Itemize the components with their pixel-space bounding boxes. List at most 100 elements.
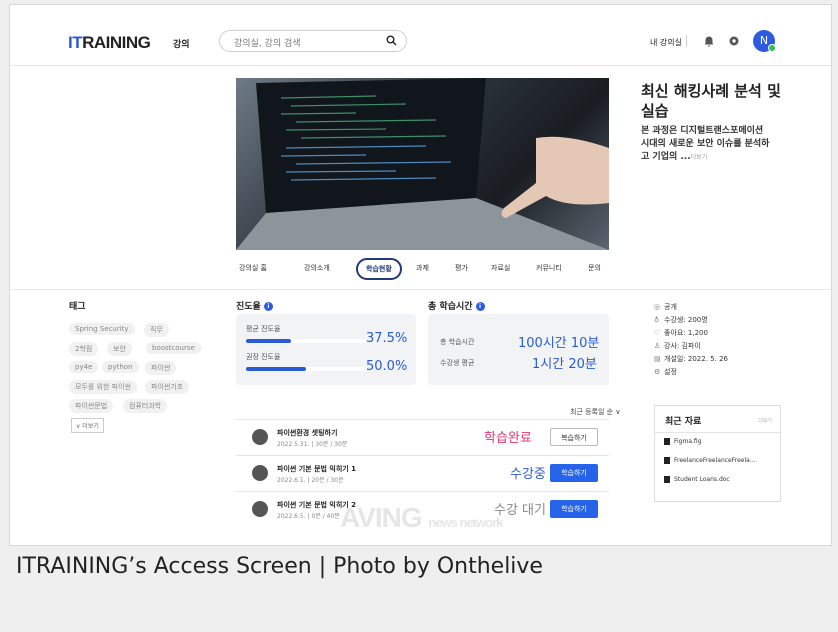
recent-files-divider — [655, 432, 780, 433]
watermark: AVING news network — [340, 502, 503, 533]
file-icon — [664, 476, 670, 483]
study-button[interactable]: 학습하기 — [550, 500, 598, 518]
progress-panel: 평균 진도율 37.5% 권장 진도율 50.0% — [236, 314, 416, 385]
gear-icon[interactable] — [728, 35, 740, 47]
section-divider — [10, 289, 831, 290]
more-link[interactable]: 더보기 — [691, 154, 708, 161]
study-time-title: 총 학습시간 i — [428, 299, 485, 312]
course-title: 최신 해킹사례 분석 및 실습 — [641, 82, 781, 120]
logo[interactable]: ITRAINING — [68, 33, 151, 53]
total-time-value: 100시간 10분 — [518, 336, 600, 351]
avg-time-label: 수강생 평균 — [440, 359, 475, 367]
rec-progress-fill — [246, 367, 306, 371]
tab-community[interactable]: 커뮤니티 — [536, 263, 562, 273]
study-time-panel: 총 학습시간 100시간 10분 수강생 평균 1시간 20분 — [428, 314, 609, 385]
tab-inquiry[interactable]: 문의 — [588, 263, 601, 273]
meta-students: ♁ 수강생: 200명 — [654, 316, 708, 324]
person-icon: ♙ — [654, 342, 661, 350]
tab-resources[interactable]: 자료실 — [491, 263, 510, 273]
header-divider-line — [10, 65, 831, 66]
users-icon: ♁ — [654, 316, 660, 324]
lesson-meta: 2022.6.1. | 20분 / 30분 — [277, 477, 344, 484]
search-icon[interactable] — [386, 35, 397, 46]
lesson-row[interactable]: 파이썬 기본 문법 익히기 1 2022.6.1. | 20분 / 30분 수강… — [236, 455, 609, 492]
lesson-icon — [252, 501, 268, 517]
lesson-title: 파이썬 기본 문법 익히기 1 — [277, 465, 357, 473]
lesson-meta: 2022.6.5. | 0분 / 40분 — [277, 513, 340, 520]
info-icon[interactable]: i — [263, 302, 273, 311]
search-box[interactable] — [219, 30, 407, 52]
lesson-row[interactable]: 파이썬환경 셋팅하기 2022.5.31. | 30분 / 30분 학습완료 복… — [236, 419, 609, 456]
file-item[interactable]: FreelanceFreelanceFreela... — [664, 457, 756, 464]
tag[interactable]: 모두를 위한 파이썬 — [69, 380, 137, 394]
recent-files-title: 최근 자료 — [665, 417, 702, 427]
online-status-dot — [768, 44, 776, 52]
tags-more-button[interactable]: ∨ 더보기 — [71, 418, 104, 433]
tab-home[interactable]: 강의실 홈 — [239, 263, 267, 273]
avg-time-value: 1시간 20분 — [532, 357, 597, 372]
file-item[interactable]: Student Loans.doc — [664, 476, 730, 483]
tag[interactable]: 직무 — [144, 323, 169, 337]
progress-title: 진도율 i — [236, 299, 273, 312]
lesson-icon — [252, 429, 268, 445]
meta-visibility: ◎ 공개 — [654, 303, 677, 311]
tab-intro[interactable]: 강의소개 — [304, 263, 330, 273]
info-icon[interactable]: i — [475, 302, 485, 311]
tag[interactable]: Spring Security — [69, 323, 135, 335]
rec-progress-value: 50.0% — [366, 359, 408, 374]
rec-progress-label: 권장 진도율 — [246, 353, 281, 361]
avg-progress-label: 평균 진도율 — [246, 325, 281, 333]
nav-lecture-link[interactable]: 강의 — [173, 37, 190, 50]
tag[interactable]: boostcourse — [146, 342, 201, 354]
tag[interactable]: python — [102, 361, 139, 373]
globe-icon: ◎ — [654, 303, 661, 311]
search-input[interactable] — [232, 38, 376, 50]
sort-dropdown[interactable]: 최근 등록일 순 ∨ — [570, 407, 620, 417]
meta-likes: ♡ 좋아요: 1,200 — [654, 329, 708, 337]
tags-title: 태그 — [69, 302, 86, 312]
screenshot-frame: ITRAINING 강의 내 강의실 N 최신 해킹사례 분석 및 실습 본 과… — [9, 4, 832, 546]
total-time-label: 총 학습시간 — [440, 338, 475, 346]
file-icon — [664, 438, 670, 445]
avg-progress-bar — [246, 339, 366, 343]
lesson-status: 학습완료 — [484, 431, 532, 446]
study-button[interactable]: 학습하기 — [550, 464, 598, 482]
tab-evaluation[interactable]: 평가 — [455, 263, 468, 273]
review-button[interactable]: 복습하기 — [550, 428, 598, 446]
meta-settings[interactable]: ⚙ 설정 — [654, 367, 677, 377]
file-item[interactable]: Figma.fig — [664, 438, 702, 445]
tag[interactable]: 파이썬기초 — [145, 380, 190, 394]
tag[interactable]: 컴퓨터과학 — [123, 399, 168, 413]
file-icon — [664, 457, 670, 464]
hero-image — [236, 78, 609, 250]
course-description: 본 과정은 디지털트랜스포메이션 시대의 새로운 보안 이슈를 분석하고 기업의… — [641, 126, 770, 162]
recent-files-more-link[interactable]: 더보기 — [758, 417, 772, 424]
image-caption: ITRAINING’s Access Screen | Photo by Ont… — [16, 554, 543, 579]
laptop-photo — [236, 78, 609, 250]
tag[interactable]: 파이썬 — [145, 361, 177, 375]
avg-progress-value: 37.5% — [366, 331, 408, 346]
lesson-title: 파이썬환경 셋팅하기 — [277, 429, 338, 437]
recent-files-panel: 최근 자료 더보기 Figma.fig FreelanceFreelanceFr… — [654, 405, 781, 502]
tab-assignment[interactable]: 과제 — [416, 263, 429, 273]
header-divider — [686, 35, 687, 47]
my-lectures-link[interactable]: 내 강의실 — [650, 37, 682, 48]
heart-icon: ♡ — [654, 329, 661, 337]
settings-icon: ⚙ — [654, 368, 661, 376]
calendar-icon: ▤ — [654, 355, 661, 363]
bell-icon[interactable] — [703, 35, 715, 47]
tag[interactable]: 파이썬문법 — [69, 399, 114, 413]
lesson-meta: 2022.5.31. | 30분 / 30분 — [277, 441, 348, 448]
avg-progress-fill — [246, 339, 291, 343]
lesson-icon — [252, 465, 268, 481]
tab-progress[interactable]: 학습현황 — [356, 258, 402, 280]
course-tabs: 강의실 홈 강의소개 학습현황 과제 평가 자료실 커뮤니티 문의 — [236, 258, 609, 280]
avatar[interactable]: N — [753, 30, 776, 52]
tag[interactable]: 2학점 — [69, 342, 99, 356]
rec-progress-bar — [246, 367, 366, 371]
meta-instructor: ♙ 강사: 김파이 — [654, 342, 701, 350]
lesson-status: 수강중 — [510, 467, 546, 482]
tag[interactable]: py4e — [69, 361, 99, 373]
tag[interactable]: 보안 — [107, 342, 132, 356]
meta-open-date: ▤ 개설일: 2022. 5. 26 — [654, 355, 728, 363]
